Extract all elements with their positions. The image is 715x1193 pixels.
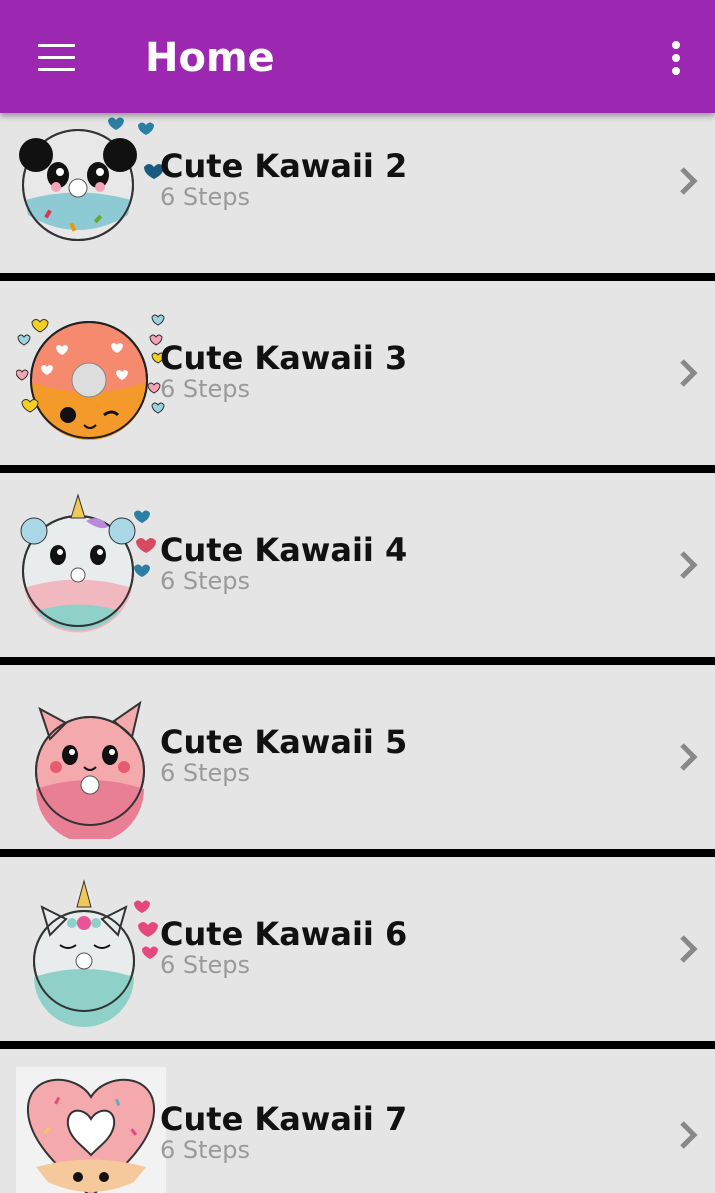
list-item-cute-kawaii-4[interactable]: Cute Kawaii 4 6 Steps xyxy=(0,473,715,657)
orange-winking-donut-thumbnail xyxy=(16,314,165,440)
unicorn-bear-donut-thumbnail xyxy=(20,493,156,633)
item-title: Cute Kawaii 2 xyxy=(160,147,408,185)
list-item-cute-kawaii-2[interactable]: Cute Kawaii 2 6 Steps xyxy=(0,89,715,273)
page-title: Home xyxy=(145,35,275,81)
chevron-right-icon xyxy=(680,167,698,195)
app-bar: Home xyxy=(0,0,715,113)
chevron-right-icon xyxy=(680,935,698,963)
item-steps: 6 Steps xyxy=(160,951,251,979)
more-vertical-icon[interactable] xyxy=(666,38,686,78)
list-item-cute-kawaii-7[interactable]: Cute Kawaii 7 6 Steps xyxy=(0,1049,715,1193)
list-item-cute-kawaii-6[interactable]: Cute Kawaii 6 6 Steps xyxy=(0,857,715,1041)
hamburger-menu-icon[interactable] xyxy=(38,44,76,72)
panda-donut-thumbnail xyxy=(19,117,164,241)
item-title: Cute Kawaii 3 xyxy=(160,339,408,377)
item-steps: 6 Steps xyxy=(160,1136,251,1164)
chevron-right-icon xyxy=(680,743,698,771)
item-title: Cute Kawaii 6 xyxy=(160,915,408,953)
item-title: Cute Kawaii 5 xyxy=(160,723,408,761)
list-item-cute-kawaii-5[interactable]: Cute Kawaii 5 6 Steps xyxy=(0,665,715,849)
chevron-right-icon xyxy=(680,551,698,579)
chevron-right-icon xyxy=(680,359,698,387)
item-steps: 6 Steps xyxy=(160,567,251,595)
item-steps: 6 Steps xyxy=(160,183,251,211)
unicorn-cat-donut-thumbnail xyxy=(33,879,158,1027)
item-steps: 6 Steps xyxy=(160,375,251,403)
heart-donut-thumbnail xyxy=(16,1067,166,1193)
item-title: Cute Kawaii 7 xyxy=(160,1100,408,1138)
chevron-right-icon xyxy=(680,1121,698,1149)
pink-cat-donut-thumbnail xyxy=(35,700,145,839)
item-title: Cute Kawaii 4 xyxy=(160,531,408,569)
item-steps: 6 Steps xyxy=(160,759,251,787)
list-item-cute-kawaii-3[interactable]: Cute Kawaii 3 6 Steps xyxy=(0,281,715,465)
